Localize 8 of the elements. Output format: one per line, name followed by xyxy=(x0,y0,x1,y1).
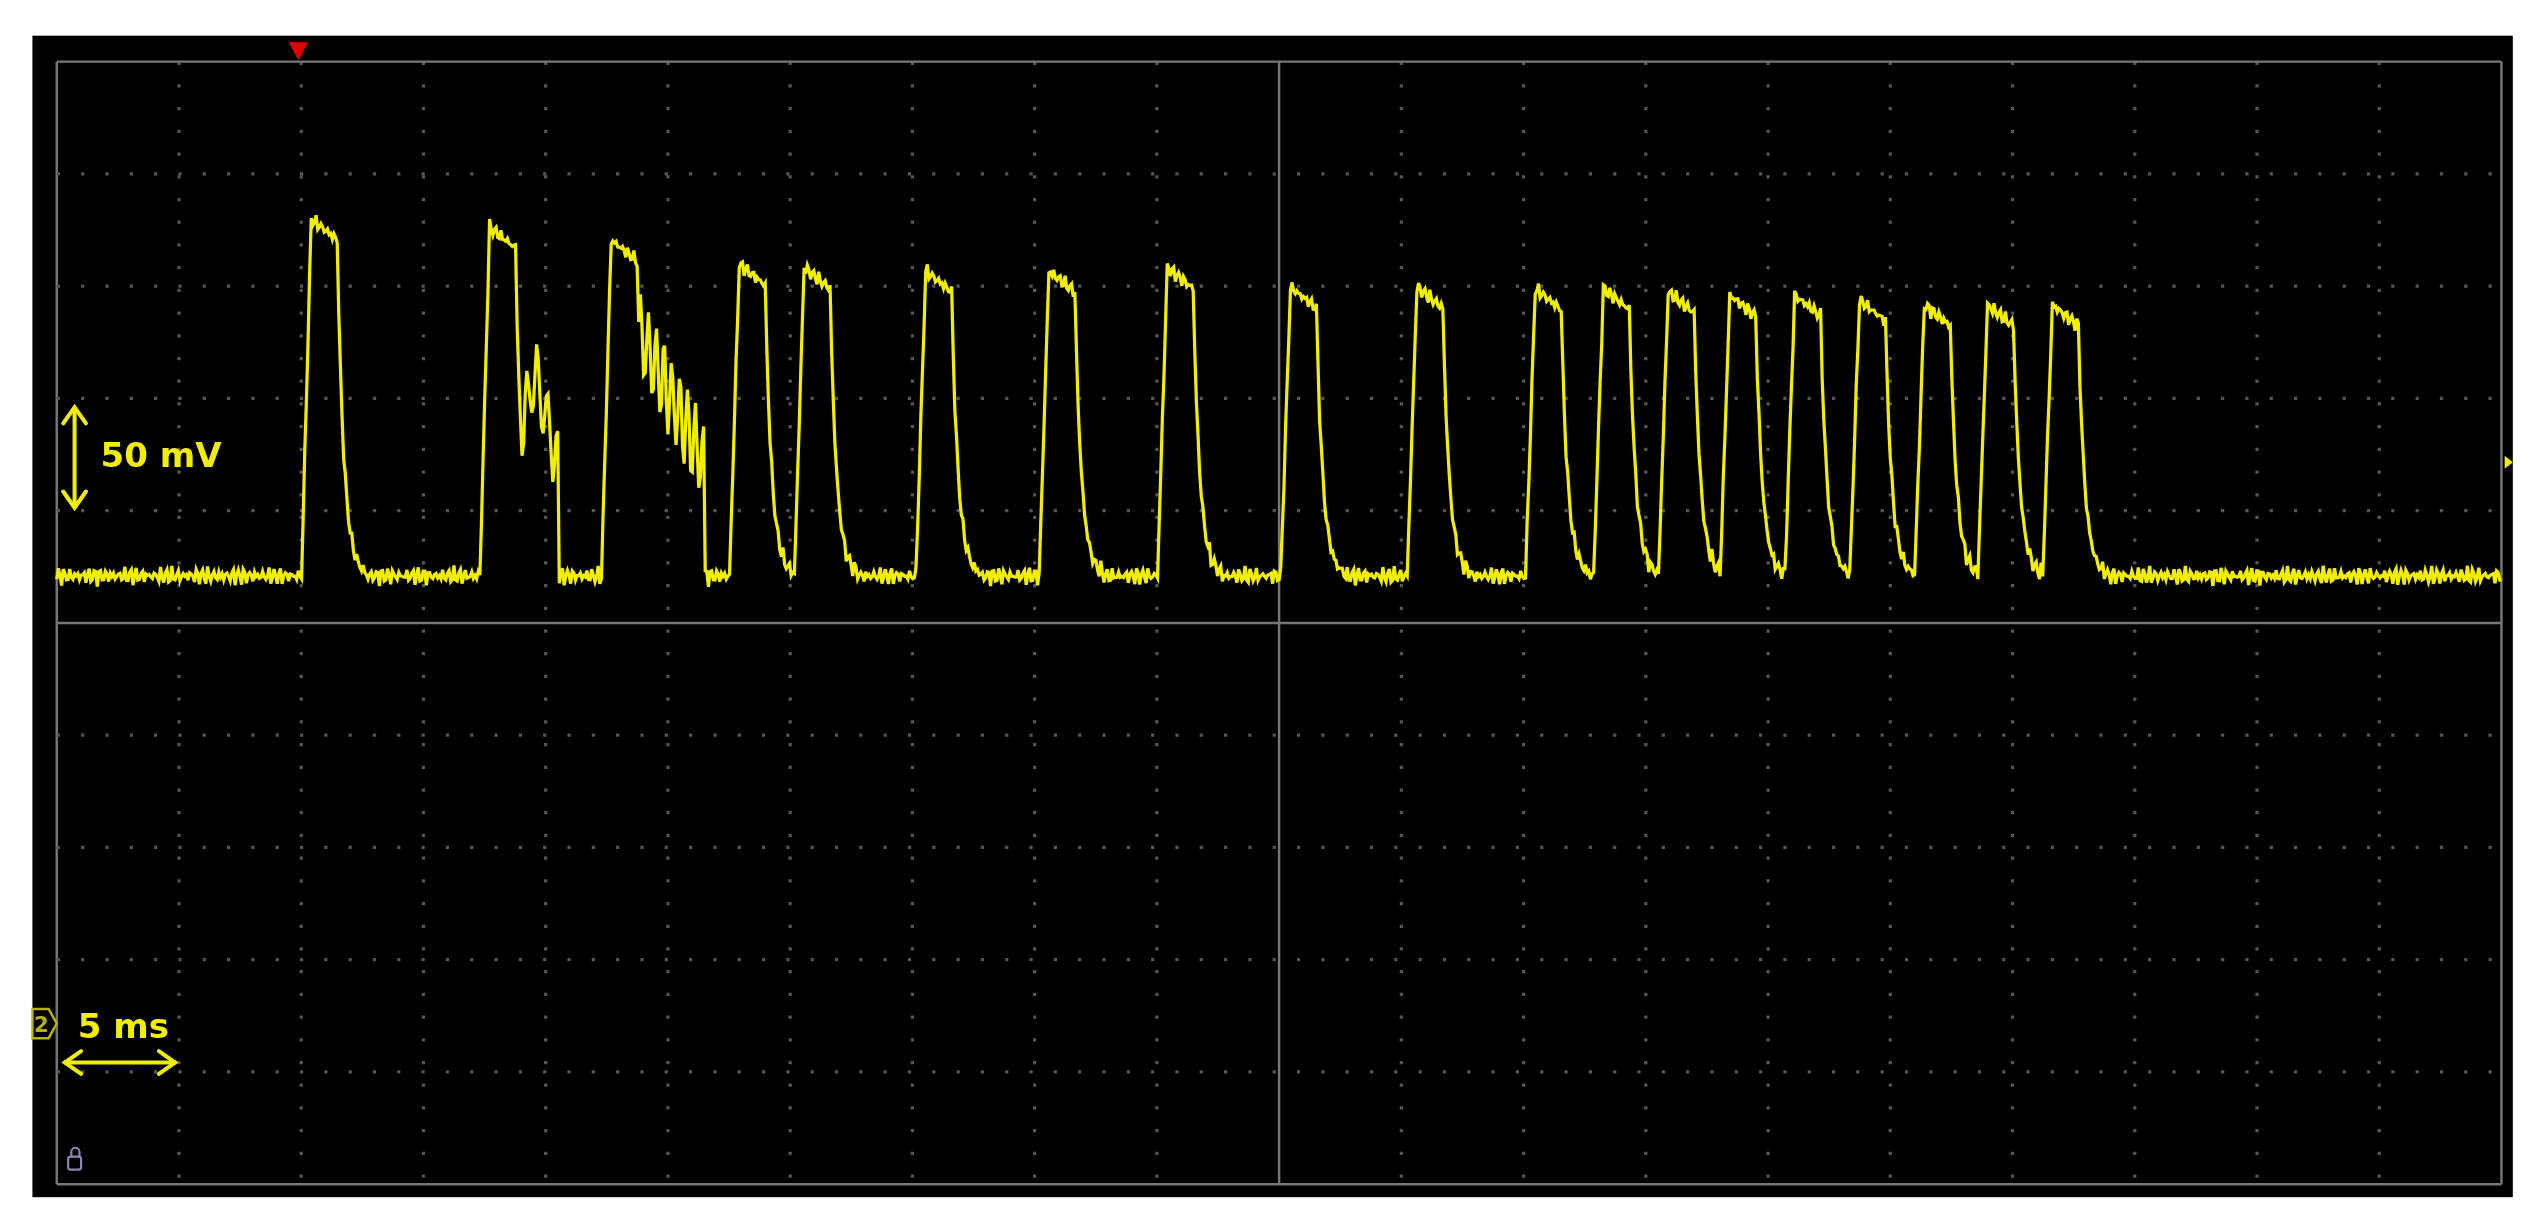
vertical-arrow-icon xyxy=(61,403,88,512)
vertical-scale-label: 50 mV xyxy=(100,435,222,476)
channel-marker: 2 xyxy=(31,1007,59,1040)
trigger-marker-icon xyxy=(288,42,308,60)
lock-icon xyxy=(67,1146,83,1171)
level-marker-icon xyxy=(2504,455,2513,469)
horizontal-scale-label: 5 ms xyxy=(77,1006,170,1047)
horizontal-arrow-icon xyxy=(61,1049,179,1076)
